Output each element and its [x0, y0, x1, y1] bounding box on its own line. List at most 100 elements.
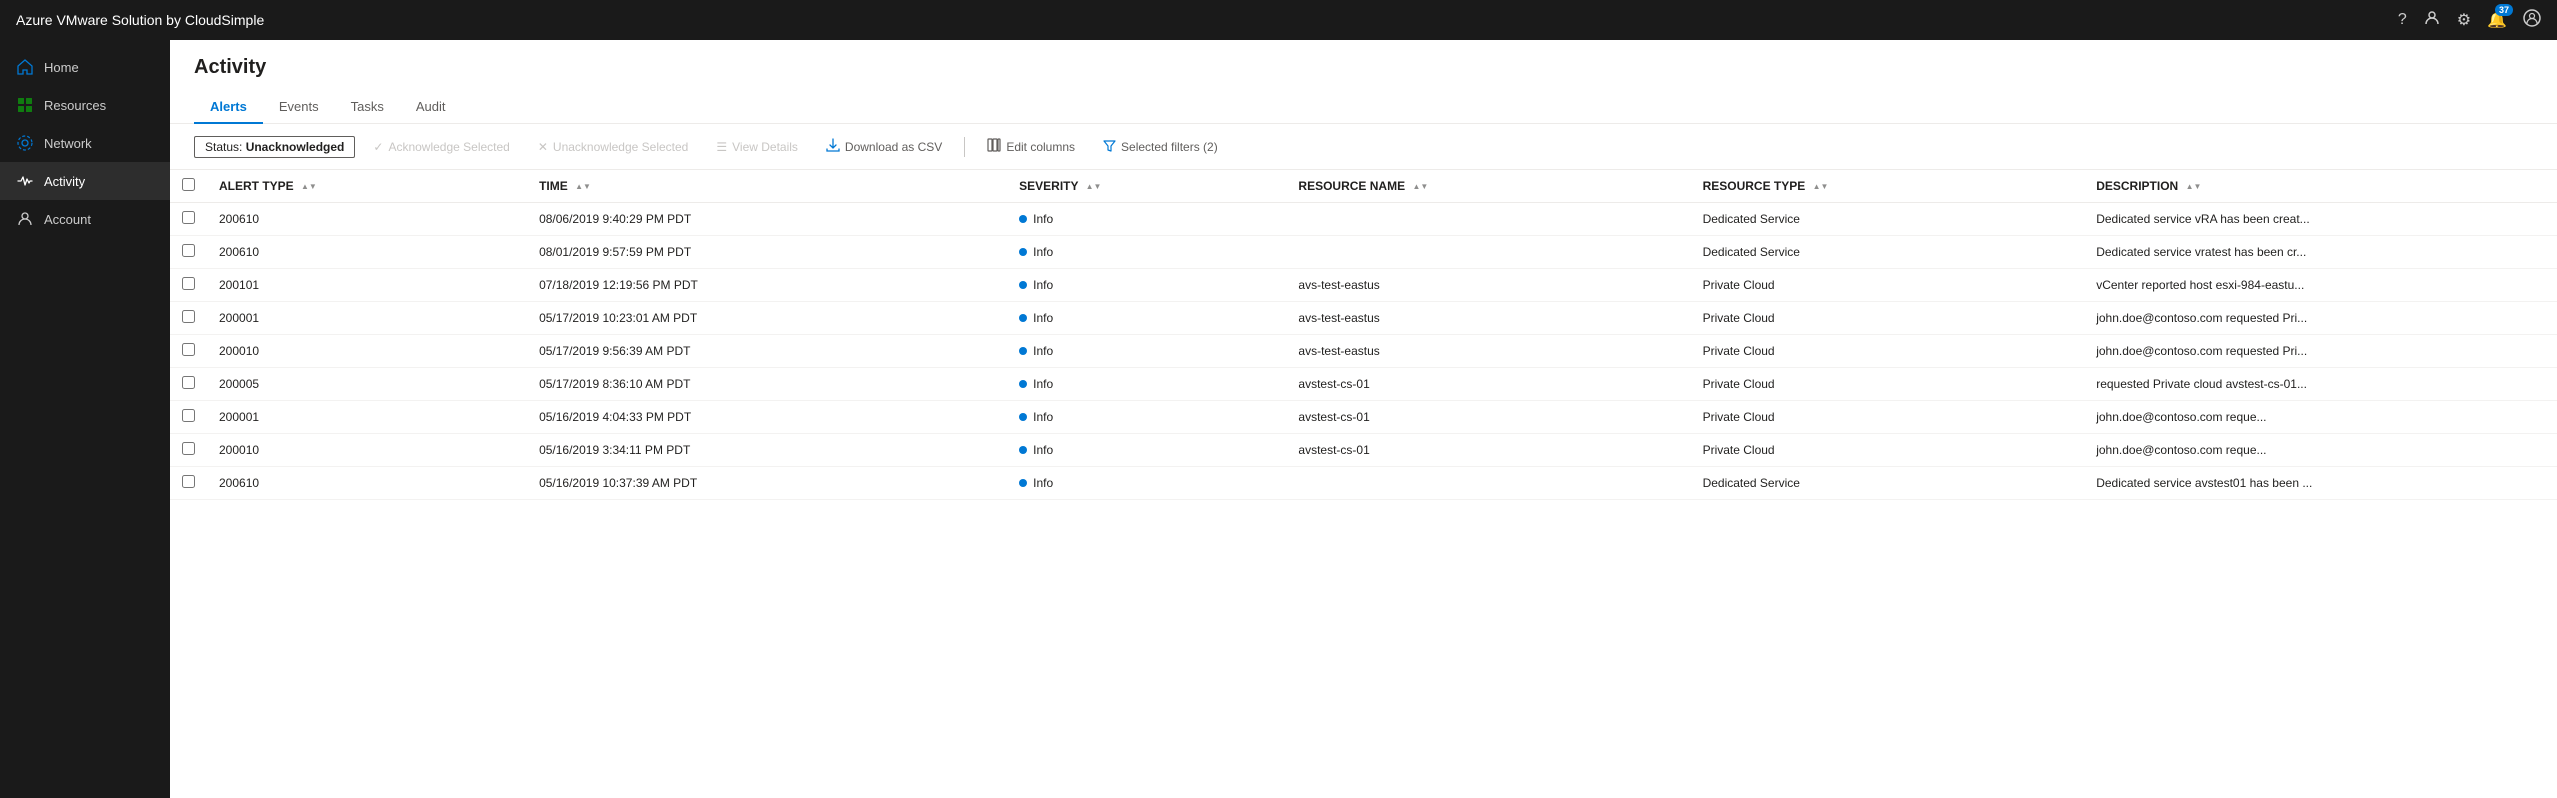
row-checkbox-cell[interactable] [170, 236, 207, 269]
notification-count: 37 [2495, 4, 2513, 16]
col-time-label: TIME [539, 179, 568, 193]
acknowledge-icon: ✓ [373, 140, 383, 154]
filter-icon [1103, 139, 1116, 155]
cell-time: 05/16/2019 3:34:11 PM PDT [527, 434, 1007, 467]
tab-audit[interactable]: Audit [400, 91, 462, 124]
sidebar-item-home[interactable]: Home [0, 48, 170, 86]
cell-description: Dedicated service avstest01 has been ... [2084, 467, 2557, 500]
notifications-icon[interactable]: 🔔 37 [2487, 10, 2507, 30]
page-title: Activity [194, 56, 2533, 79]
cell-alert-type: 200005 [207, 368, 527, 401]
tab-events[interactable]: Events [263, 91, 335, 124]
sidebar-item-network[interactable]: Network [0, 124, 170, 162]
row-checkbox-cell[interactable] [170, 335, 207, 368]
row-checkbox-cell[interactable] [170, 302, 207, 335]
unacknowledge-button[interactable]: ✕ Unacknowledge Selected [532, 136, 694, 158]
user-manage-icon[interactable] [2423, 9, 2441, 32]
row-checkbox[interactable] [182, 343, 195, 356]
col-time[interactable]: TIME ▲▼ [527, 170, 1007, 203]
cell-alert-type: 200010 [207, 335, 527, 368]
row-checkbox[interactable] [182, 475, 195, 488]
grid-icon [16, 96, 34, 114]
tabs: Alerts Events Tasks Audit [194, 91, 2533, 123]
sort-severity: ▲▼ [1086, 182, 1102, 191]
row-checkbox[interactable] [182, 244, 195, 257]
severity-dot [1019, 281, 1027, 289]
sidebar-item-account[interactable]: Account [0, 200, 170, 238]
table-row: 200001 05/16/2019 4:04:33 PM PDT Info av… [170, 401, 2557, 434]
cell-description: john.doe@contoso.com requested Pri... [2084, 302, 2557, 335]
cell-description: vCenter reported host esxi-984-eastu... [2084, 269, 2557, 302]
select-all-checkbox[interactable] [182, 178, 195, 191]
row-checkbox[interactable] [182, 442, 195, 455]
row-checkbox-cell[interactable] [170, 434, 207, 467]
cell-resource-name: avstest-cs-01 [1286, 401, 1690, 434]
cell-resource-type: Dedicated Service [1691, 467, 2085, 500]
edit-columns-button[interactable]: Edit columns [981, 134, 1081, 159]
filter-prefix: Status: [205, 140, 246, 154]
account-nav-icon [16, 210, 34, 228]
cell-description: Dedicated service vratest has been cr... [2084, 236, 2557, 269]
content-area: Activity Alerts Events Tasks Audit Statu… [170, 40, 2557, 798]
tab-tasks[interactable]: Tasks [335, 91, 400, 124]
col-severity[interactable]: SEVERITY ▲▼ [1007, 170, 1286, 203]
cell-time: 08/01/2019 9:57:59 PM PDT [527, 236, 1007, 269]
row-checkbox[interactable] [182, 211, 195, 224]
severity-dot [1019, 314, 1027, 322]
account-icon[interactable] [2523, 9, 2541, 32]
sort-resource-name: ▲▼ [1412, 182, 1428, 191]
cell-alert-type: 200610 [207, 236, 527, 269]
help-icon[interactable]: ? [2398, 11, 2407, 29]
cell-resource-type: Private Cloud [1691, 269, 2085, 302]
selected-filters-button[interactable]: Selected filters (2) [1097, 135, 1224, 159]
sidebar-item-resources[interactable]: Resources [0, 86, 170, 124]
cell-severity: Info [1007, 434, 1286, 467]
cell-severity: Info [1007, 335, 1286, 368]
tab-alerts[interactable]: Alerts [194, 91, 263, 124]
row-checkbox-cell[interactable] [170, 203, 207, 236]
sort-resource-type: ▲▼ [1813, 182, 1829, 191]
row-checkbox[interactable] [182, 277, 195, 290]
download-icon [826, 138, 840, 155]
cell-severity: Info [1007, 269, 1286, 302]
col-alert-type[interactable]: ALERT TYPE ▲▼ [207, 170, 527, 203]
row-checkbox[interactable] [182, 376, 195, 389]
select-all-header[interactable] [170, 170, 207, 203]
col-resource-name[interactable]: RESOURCE NAME ▲▼ [1286, 170, 1690, 203]
cell-resource-name: avs-test-eastus [1286, 269, 1690, 302]
cell-severity: Info [1007, 368, 1286, 401]
cell-description: requested Private cloud avstest-cs-01... [2084, 368, 2557, 401]
row-checkbox-cell[interactable] [170, 467, 207, 500]
sidebar-item-home-label: Home [44, 60, 79, 75]
col-resource-type[interactable]: RESOURCE TYPE ▲▼ [1691, 170, 2085, 203]
row-checkbox-cell[interactable] [170, 368, 207, 401]
view-details-button[interactable]: ☰ View Details [710, 136, 804, 158]
row-checkbox-cell[interactable] [170, 401, 207, 434]
cell-resource-type: Private Cloud [1691, 302, 2085, 335]
severity-label: Info [1033, 344, 1053, 358]
status-filter-badge[interactable]: Status: Unacknowledged [194, 136, 355, 158]
table-row: 200610 05/16/2019 10:37:39 AM PDT Info D… [170, 467, 2557, 500]
cell-resource-type: Private Cloud [1691, 434, 2085, 467]
alerts-table: ALERT TYPE ▲▼ TIME ▲▼ SEVERITY ▲▼ RESO [170, 170, 2557, 500]
view-details-label: View Details [732, 140, 798, 154]
download-csv-button[interactable]: Download as CSV [820, 134, 948, 159]
col-description[interactable]: DESCRIPTION ▲▼ [2084, 170, 2557, 203]
row-checkbox[interactable] [182, 310, 195, 323]
header-icons: ? ⚙ 🔔 37 [2398, 9, 2541, 32]
settings-icon[interactable]: ⚙ [2457, 10, 2471, 30]
cell-severity: Info [1007, 467, 1286, 500]
cell-resource-type: Dedicated Service [1691, 203, 2085, 236]
row-checkbox[interactable] [182, 409, 195, 422]
severity-label: Info [1033, 476, 1053, 490]
cell-resource-type: Private Cloud [1691, 368, 2085, 401]
table-row: 200010 05/16/2019 3:34:11 PM PDT Info av… [170, 434, 2557, 467]
sidebar-item-activity[interactable]: Activity [0, 162, 170, 200]
table-row: 200010 05/17/2019 9:56:39 AM PDT Info av… [170, 335, 2557, 368]
col-resource-type-label: RESOURCE TYPE [1703, 179, 1806, 193]
alerts-table-container: ALERT TYPE ▲▼ TIME ▲▼ SEVERITY ▲▼ RESO [170, 170, 2557, 798]
row-checkbox-cell[interactable] [170, 269, 207, 302]
top-header: Azure VMware Solution by CloudSimple ? ⚙… [0, 0, 2557, 40]
severity-label: Info [1033, 245, 1053, 259]
acknowledge-button[interactable]: ✓ Acknowledge Selected [367, 136, 515, 158]
